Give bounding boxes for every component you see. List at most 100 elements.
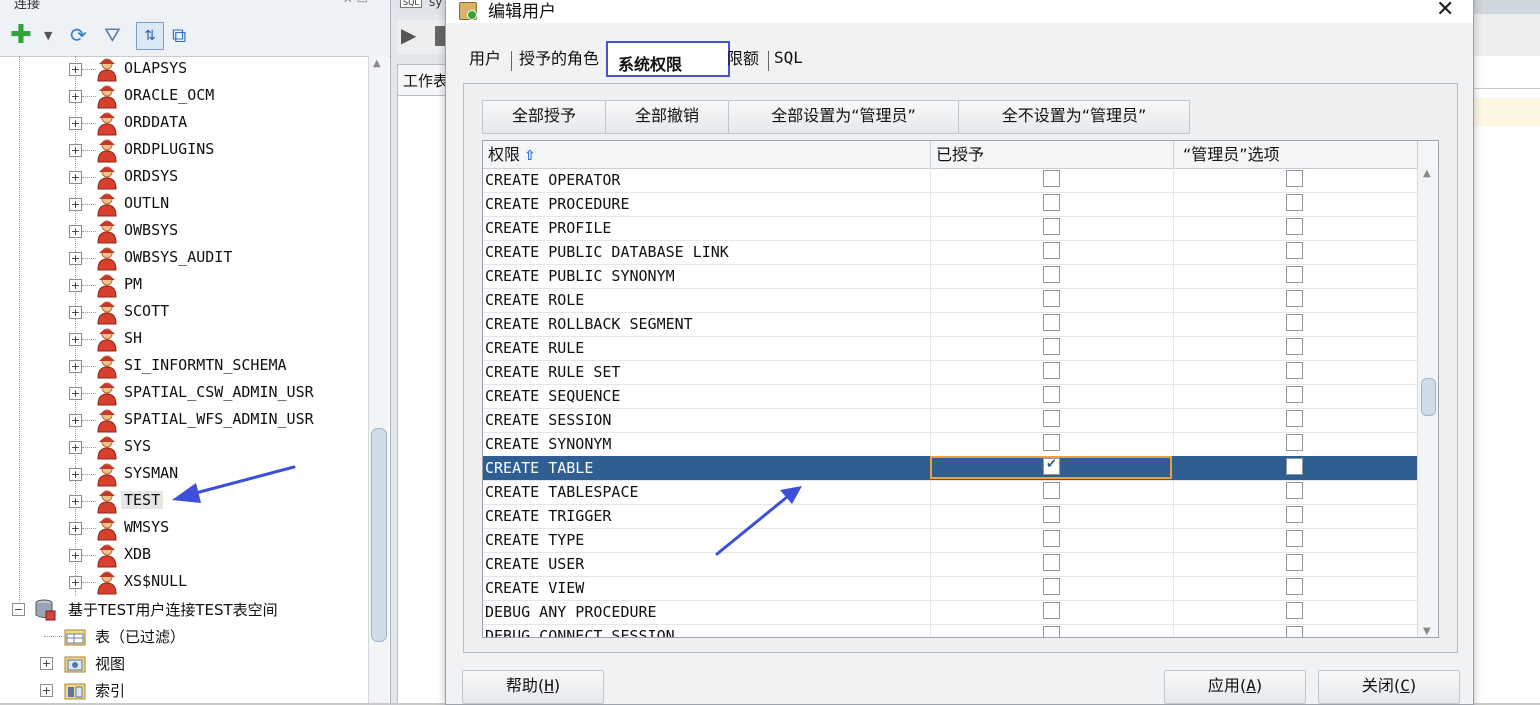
collapse-icon[interactable]: − <box>12 603 25 616</box>
expand-icon[interactable]: + <box>69 576 82 589</box>
granted-checkbox[interactable] <box>1043 362 1060 379</box>
tree-item-user[interactable]: + OWBSYS <box>0 218 368 245</box>
admin-option-checkbox[interactable] <box>1286 266 1303 283</box>
granted-checkbox[interactable] <box>1043 530 1060 547</box>
column-header-granted[interactable]: 已授予 <box>936 141 984 168</box>
granted-checkbox[interactable] <box>1043 506 1060 523</box>
admin-option-checkbox[interactable] <box>1286 626 1303 637</box>
admin-option-checkbox[interactable] <box>1286 170 1303 187</box>
schema-browser-icon[interactable]: ⇅ <box>136 22 164 50</box>
expand-icon[interactable]: + <box>69 171 82 184</box>
worksheet-editor[interactable] <box>397 96 452 703</box>
expand-icon[interactable]: + <box>40 657 53 670</box>
tree-item-folder[interactable]: + 索引 <box>0 677 368 703</box>
granted-checkbox[interactable] <box>1043 554 1060 571</box>
table-row[interactable]: CREATE OPERATOR <box>483 168 1417 193</box>
granted-checkbox[interactable] <box>1043 218 1060 235</box>
table-scrollbar[interactable]: ▲ ▼ <box>1417 168 1438 637</box>
admin-option-checkbox[interactable] <box>1286 410 1303 427</box>
grant-all-button[interactable]: 全部授予 <box>482 100 606 134</box>
tree-item-user[interactable]: + SYS <box>0 434 368 461</box>
granted-checkbox[interactable] <box>1043 457 1060 475</box>
column-separator[interactable] <box>1173 141 1174 168</box>
table-row[interactable]: CREATE RULE <box>483 336 1417 361</box>
expand-icon[interactable]: + <box>69 117 82 130</box>
expand-icon[interactable]: + <box>69 414 82 427</box>
tree-item-user[interactable]: + ORACLE_OCM <box>0 83 368 110</box>
unset-all-admin-button[interactable]: 全不设置为“管理员” <box>958 100 1190 134</box>
table-row[interactable]: CREATE VIEW <box>483 576 1417 601</box>
tree-item-user[interactable]: + SPATIAL_WFS_ADMIN_USR <box>0 407 368 434</box>
column-header-privilege[interactable]: 权限 ⇧ <box>488 141 536 168</box>
tree-item-user[interactable]: + ORDSYS <box>0 164 368 191</box>
scroll-up-icon[interactable]: ▲ <box>1423 168 1431 179</box>
tree-item-user[interactable]: + OWBSYS_AUDIT <box>0 245 368 272</box>
admin-option-checkbox[interactable] <box>1286 506 1303 523</box>
expand-icon[interactable]: + <box>69 495 82 508</box>
table-row[interactable]: CREATE SEQUENCE <box>483 384 1417 409</box>
tree-item-user[interactable]: + SYSMAN <box>0 461 368 488</box>
tree-item-user[interactable]: + XDB <box>0 542 368 569</box>
tree-item-user[interactable]: + SH <box>0 326 368 353</box>
tree-item-user[interactable]: + OLAPSYS <box>0 56 368 83</box>
table-row[interactable]: CREATE USER <box>483 552 1417 577</box>
granted-checkbox[interactable] <box>1043 626 1060 637</box>
admin-option-checkbox[interactable] <box>1286 218 1303 235</box>
expand-icon[interactable]: + <box>69 144 82 157</box>
granted-checkbox[interactable] <box>1043 578 1060 595</box>
scrollbar-thumb[interactable] <box>1421 378 1436 416</box>
table-row[interactable]: CREATE TRIGGER <box>483 504 1417 529</box>
windows-icon[interactable]: ⧉ <box>172 22 186 48</box>
granted-checkbox[interactable] <box>1043 170 1060 187</box>
admin-option-checkbox[interactable] <box>1286 482 1303 499</box>
admin-option-checkbox[interactable] <box>1286 434 1303 451</box>
help-button[interactable]: 帮助(H) <box>462 670 604 704</box>
expand-icon[interactable]: + <box>69 306 82 319</box>
close-button[interactable]: 关闭(C) <box>1318 670 1460 704</box>
expand-icon[interactable]: + <box>69 522 82 535</box>
column-header-admin-option[interactable]: “管理员”选项 <box>1183 141 1280 168</box>
expand-icon[interactable]: + <box>69 468 82 481</box>
admin-option-checkbox[interactable] <box>1286 602 1303 619</box>
table-row[interactable]: CREATE PUBLIC DATABASE LINK <box>483 240 1417 265</box>
granted-checkbox[interactable] <box>1043 482 1060 499</box>
panel-header-icons[interactable]: ✕ ▭ <box>343 0 368 6</box>
granted-checkbox[interactable] <box>1043 338 1060 355</box>
table-row[interactable]: CREATE PROCEDURE <box>483 192 1417 217</box>
tab-system-privileges[interactable]: 系统权限 <box>606 41 730 77</box>
table-row[interactable]: CREATE TYPE <box>483 528 1417 553</box>
tree-item-user[interactable]: + ORDPLUGINS <box>0 137 368 164</box>
admin-option-checkbox[interactable] <box>1286 554 1303 571</box>
expand-icon[interactable]: + <box>69 252 82 265</box>
tab-sql[interactable]: SQL <box>774 48 803 72</box>
expand-icon[interactable]: + <box>69 441 82 454</box>
granted-checkbox[interactable] <box>1043 314 1060 331</box>
expand-icon[interactable]: + <box>69 63 82 76</box>
tree-item-user[interactable]: + ORDDATA <box>0 110 368 137</box>
expand-icon[interactable]: + <box>69 549 82 562</box>
admin-option-checkbox[interactable] <box>1286 362 1303 379</box>
tree-item-user[interactable]: + SI_INFORMTN_SCHEMA <box>0 353 368 380</box>
tree-item-folder[interactable]: + 视图 <box>0 650 368 677</box>
granted-checkbox[interactable] <box>1043 434 1060 451</box>
scrollbar-thumb[interactable] <box>371 428 387 642</box>
set-all-admin-button[interactable]: 全部设置为“管理员” <box>728 100 959 134</box>
expand-icon[interactable]: + <box>69 198 82 211</box>
table-row[interactable]: CREATE PUBLIC SYNONYM <box>483 264 1417 289</box>
tree-item-user[interactable]: + WMSYS <box>0 515 368 542</box>
granted-checkbox[interactable] <box>1043 410 1060 427</box>
table-row[interactable]: CREATE SESSION <box>483 408 1417 433</box>
expand-icon[interactable]: + <box>69 387 82 400</box>
close-icon[interactable]: ✕ <box>1436 0 1454 22</box>
admin-option-checkbox[interactable] <box>1286 314 1303 331</box>
tree-item-user[interactable]: + SPATIAL_CSW_ADMIN_USR <box>0 380 368 407</box>
tree-scrollbar[interactable]: ▲ <box>368 56 389 703</box>
table-row[interactable]: CREATE PROFILE <box>483 216 1417 241</box>
sql-worksheet-tab[interactable]: SQL sy <box>397 0 449 14</box>
granted-checkbox[interactable] <box>1043 290 1060 307</box>
scroll-down-icon[interactable]: ▼ <box>1423 626 1431 637</box>
filter-icon[interactable]: ⛛ <box>104 22 121 48</box>
tab-user[interactable]: 用户 <box>469 45 501 69</box>
admin-option-checkbox[interactable] <box>1286 458 1303 475</box>
tree-item-folder[interactable]: 表（已过滤） <box>0 623 368 650</box>
